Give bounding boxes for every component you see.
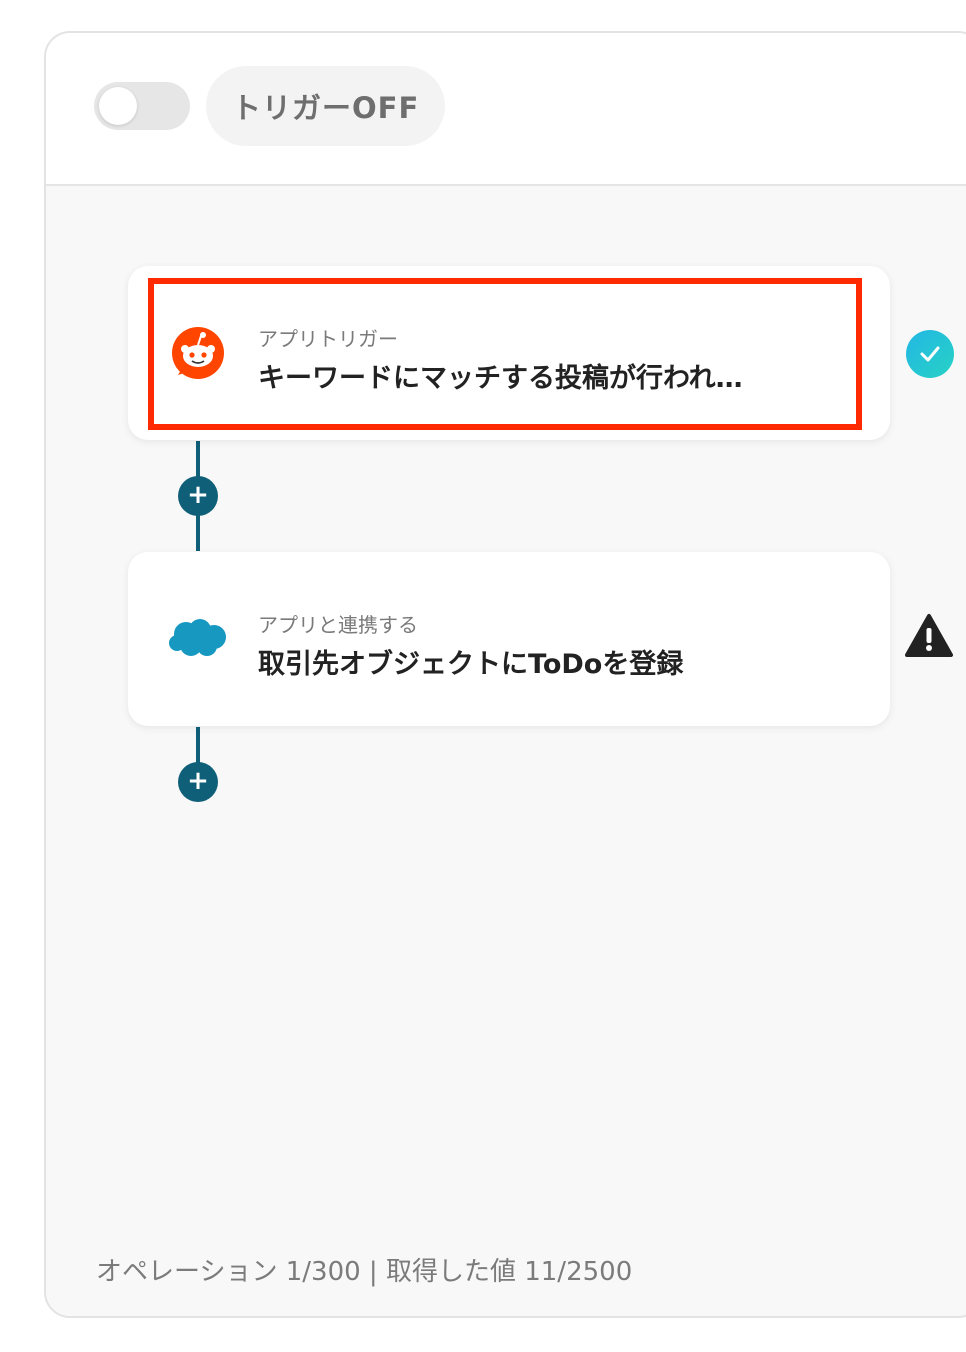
step-type-label: アプリと連携する <box>258 613 418 637</box>
flow-panel: トリガーOFF + + アプリトリガー キーワードにマッチする投稿が行われ… ア… <box>44 31 966 1318</box>
add-step-button[interactable]: + <box>178 476 218 516</box>
flow-connector <box>196 727 200 767</box>
check-icon <box>906 330 954 378</box>
usage-counter: オペレーション 1/300 | 取得した値 11/2500 <box>96 1257 633 1287</box>
flow-step-trigger[interactable]: アプリトリガー キーワードにマッチする投稿が行われ… <box>128 266 890 440</box>
selection-highlight <box>148 278 862 430</box>
trigger-status-label: トリガーOFF <box>206 66 446 146</box>
step-title: 取引先オブジェクトにToDoを登録 <box>258 649 684 680</box>
trigger-toggle[interactable] <box>94 82 190 130</box>
salesforce-cloud-icon <box>168 608 228 668</box>
plus-icon: + <box>187 766 209 796</box>
flow-header: トリガーOFF <box>46 33 966 186</box>
toggle-knob <box>99 87 137 125</box>
add-step-button[interactable]: + <box>178 762 218 802</box>
warning-icon <box>904 613 954 659</box>
flow-step-action[interactable]: アプリと連携する 取引先オブジェクトにToDoを登録 <box>128 552 890 726</box>
plus-icon: + <box>187 480 209 510</box>
